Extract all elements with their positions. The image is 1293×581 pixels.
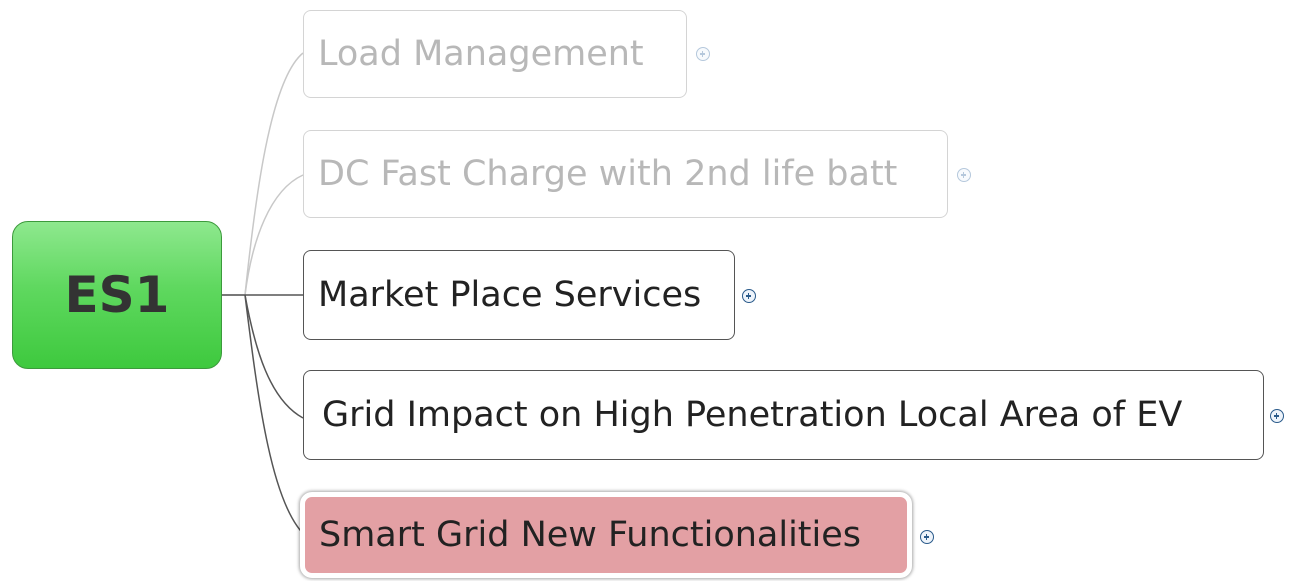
topic-market-place-services[interactable]: Market Place Services <box>303 250 735 340</box>
topic-label: Market Place Services <box>318 275 702 315</box>
topic-dc-fast-charge[interactable]: DC Fast Charge with 2nd life batt <box>303 130 948 218</box>
plus-circle-icon[interactable] <box>1270 409 1284 423</box>
topic-grid-impact[interactable]: Grid Impact on High Penetration Local Ar… <box>303 370 1264 460</box>
central-topic-label: ES1 <box>64 266 170 324</box>
connector-dc-fast-charge <box>244 174 304 296</box>
plus-circle-icon[interactable] <box>957 168 971 182</box>
mind-map-canvas: ES1 Load Management DC Fast Charge with … <box>0 0 1293 581</box>
connector-load-management <box>222 52 304 296</box>
connector-smart-grid <box>244 294 309 539</box>
topic-label: DC Fast Charge with 2nd life batt <box>318 154 898 194</box>
plus-circle-icon[interactable] <box>920 530 934 544</box>
plus-circle-icon[interactable] <box>696 47 710 61</box>
topic-load-management[interactable]: Load Management <box>303 10 687 98</box>
topic-label: Smart Grid New Functionalities <box>319 515 862 555</box>
topic-label: Load Management <box>318 34 644 74</box>
topic-smart-grid-new-functionalities[interactable]: Smart Grid New Functionalities <box>300 492 912 578</box>
central-topic-es1[interactable]: ES1 <box>12 221 222 369</box>
topic-label: Grid Impact on High Penetration Local Ar… <box>322 395 1183 435</box>
plus-circle-icon[interactable] <box>742 289 756 303</box>
